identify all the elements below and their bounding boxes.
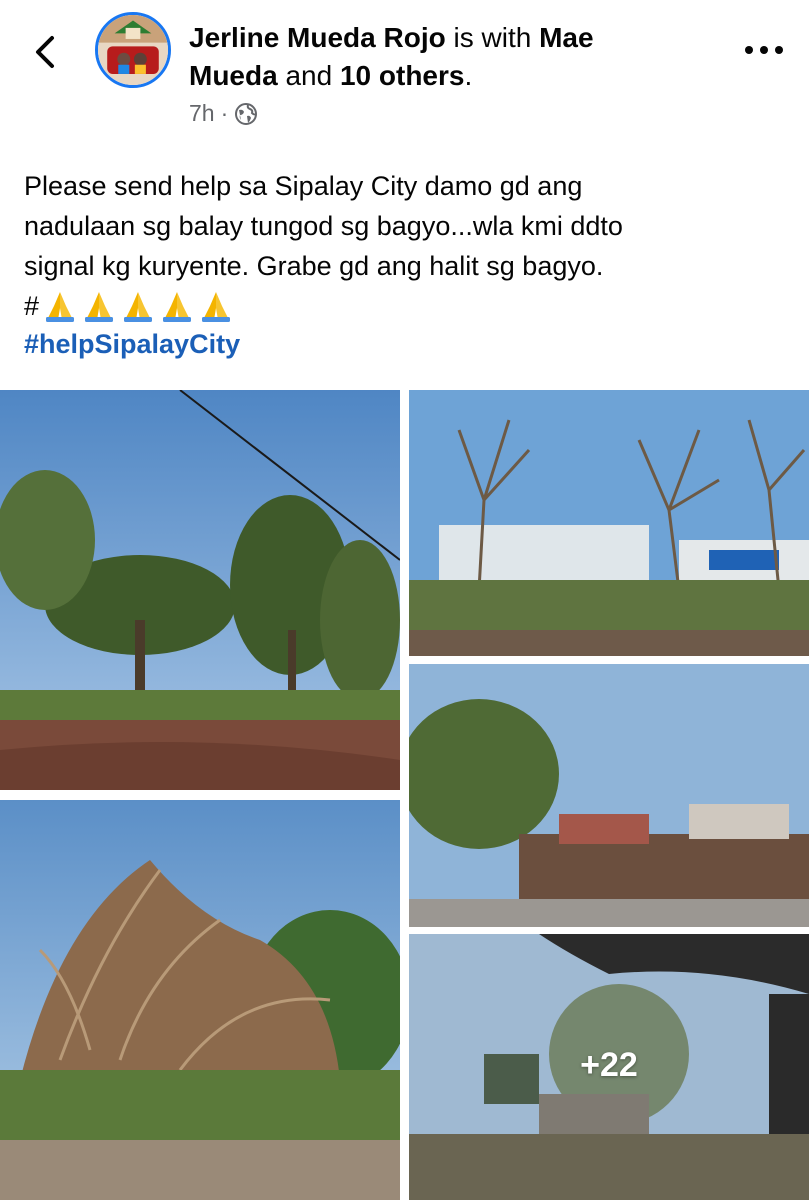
photo-1[interactable] [0,390,400,790]
more-photos-count: +22 [580,1046,638,1084]
hashtag-link[interactable]: #helpSipalayCity [24,324,794,364]
folded-hands-emoji [46,292,75,322]
post-meta: 7h · [189,100,258,127]
more-options-icon [745,46,783,54]
author-name[interactable]: Jerline Mueda Rojo [189,22,446,53]
back-button[interactable] [30,32,66,72]
folded-hands-emoji [124,292,153,322]
tagged-person-last[interactable]: Mueda [189,60,278,91]
header-period: . [464,60,473,91]
post-time[interactable]: 7h [189,100,215,127]
avatar-image [98,15,168,85]
post-body: Please send help sa Sipalay City damo gd… [24,166,794,364]
more-options-button[interactable] [740,36,788,64]
hash-symbol: # [24,291,40,321]
meta-separator: · [220,100,229,126]
and-connector: and [277,60,340,91]
others-link[interactable]: 10 others [340,60,465,91]
photo-3-image [0,800,400,1200]
photo-1-image [0,390,400,790]
folded-hands-emoji-group [42,288,237,324]
avatar[interactable] [95,12,171,88]
post-header: Jerline Mueda Rojo is with Mae Mueda and… [189,19,719,95]
post-text-line-3: signal kg kuryente. Grabe gd ang halit s… [24,251,604,281]
photo-4-image [409,664,809,927]
folded-hands-emoji [85,292,114,322]
folded-hands-emoji [163,292,192,322]
chevron-left-icon [36,36,54,68]
tagged-person-first[interactable]: Mae [539,22,593,53]
globe-icon [235,102,258,125]
photo-3[interactable] [0,800,400,1200]
photo-2[interactable] [409,390,809,656]
with-connector: is with [445,22,540,53]
folded-hands-emoji [202,292,231,322]
photo-4[interactable] [409,664,809,927]
post-text-line-2: nadulaan sg balay tungod sg bagyo...wla … [24,211,623,241]
photo-2-image [409,390,809,656]
emoji-line: # [24,286,794,326]
post-text-line-1: Please send help sa Sipalay City damo gd… [24,171,583,201]
photo-5[interactable]: +22 [409,934,809,1200]
